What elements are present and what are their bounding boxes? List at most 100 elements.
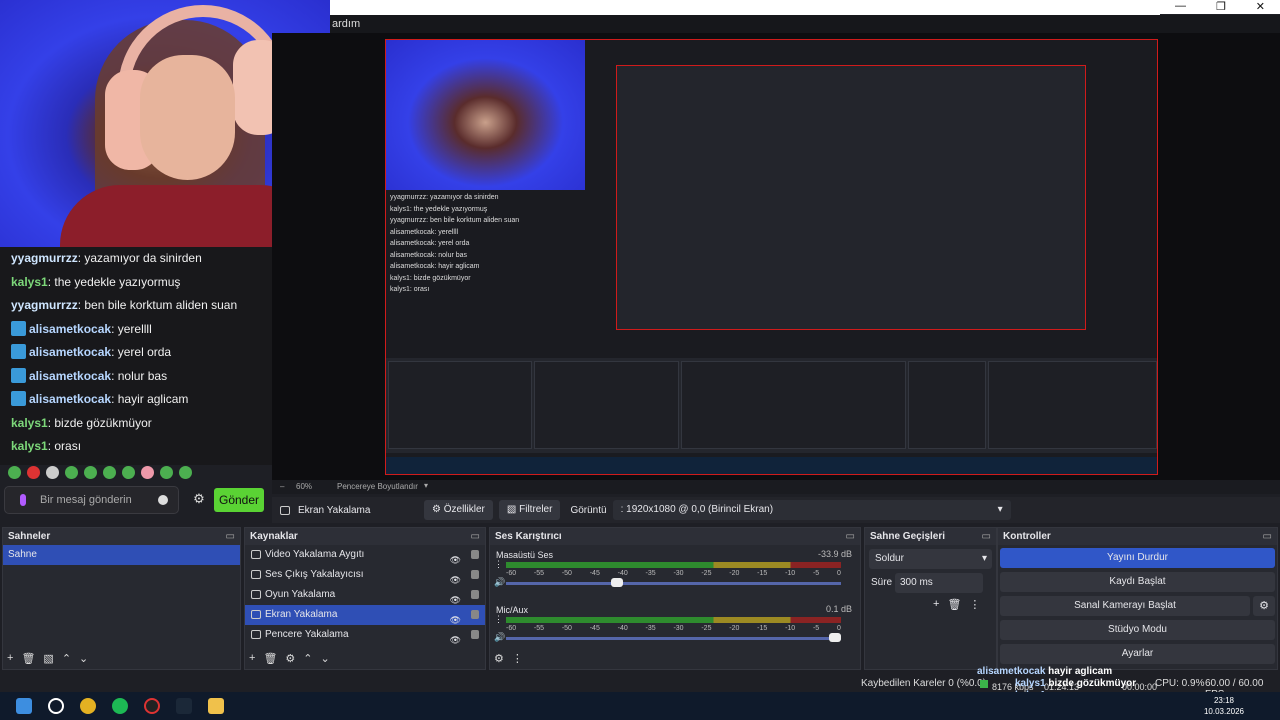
chat-text: orası (54, 439, 82, 453)
restore-icon[interactable]: ❐ (1216, 0, 1226, 14)
emote-row[interactable] (8, 466, 198, 480)
chat-username[interactable]: yyagmurrzz (11, 251, 78, 265)
volume-slider-handle[interactable] (611, 578, 624, 587)
speaker-icon[interactable]: 🔊 (494, 577, 505, 588)
source-item[interactable]: Video Yakalama Aygıtı 👁 (245, 545, 485, 565)
overlay-chat-line: kalys1 bizde gözükmüyor (977, 678, 1167, 690)
zoom-percent[interactable]: 60% (296, 482, 312, 491)
volume-slider[interactable] (506, 637, 841, 640)
source-item[interactable]: Ses Çıkış Yakalayıcısı 👁 (245, 565, 485, 585)
chat-settings-icon[interactable]: ⚙ (192, 492, 206, 506)
scale-tick: -15 (757, 570, 768, 577)
chat-username[interactable]: kalys1 (11, 416, 48, 430)
steam-icon[interactable] (176, 698, 192, 714)
virtual-camera-settings-icon[interactable]: ⚙ (1253, 596, 1275, 616)
more-icon[interactable]: ⋮ (494, 559, 503, 570)
lock-icon[interactable] (471, 630, 479, 639)
start-virtual-camera-button[interactable]: Sanal Kamerayı Başlat (1000, 596, 1250, 616)
meter-scale: -60 -55 -50 -45 -40 -35 -30 -25 -20 -15 -10 -5 0 (506, 570, 841, 577)
more-icon[interactable]: ⋮ (969, 598, 980, 611)
chevron-up-icon[interactable]: ⌃ (62, 652, 71, 665)
program-preview[interactable]: yyagmurrzz: yazamıyor da sinirden kalys1… (385, 39, 1158, 475)
start-recording-button[interactable]: Kaydı Başlat (1000, 572, 1275, 592)
dock-menu-icon[interactable]: ▭ (846, 528, 855, 545)
file-explorer-icon[interactable] (208, 698, 224, 714)
advanced-audio-icon[interactable]: ⚙ (494, 652, 504, 665)
duration-input[interactable]: 300 ms (895, 573, 983, 593)
trash-icon[interactable]: 🗑 (263, 652, 277, 665)
zoom-out-icon[interactable]: – (280, 482, 284, 491)
add-icon[interactable]: + (7, 652, 13, 665)
display-label: Görüntü (570, 504, 607, 516)
preview-chat-line: yyagmurrzz: yazamıyor da sinirden (390, 194, 499, 201)
source-label: Oyun Yakalama (265, 589, 336, 600)
minimize-icon[interactable]: — (1175, 0, 1186, 14)
windows-start-icon[interactable] (16, 698, 32, 714)
source-item[interactable]: Oyun Yakalama 👁 (245, 585, 485, 605)
search-icon[interactable] (48, 698, 64, 714)
lock-icon[interactable] (471, 550, 479, 559)
chevron-down-icon[interactable]: ⌄ (321, 652, 330, 665)
source-label: Video Yakalama Aygıtı (265, 549, 365, 560)
dock-menu-icon[interactable]: ▭ (471, 528, 480, 545)
source-item[interactable]: Pencere Yakalama 👁 (245, 625, 485, 645)
chat-username[interactable]: yyagmurrzz (11, 298, 78, 312)
volume-slider-handle[interactable] (829, 633, 841, 642)
system-clock[interactable]: 23:18 10.03.2026 (1204, 695, 1244, 717)
add-icon[interactable]: + (249, 652, 255, 665)
obs-icon[interactable] (144, 698, 160, 714)
chevron-down-icon[interactable]: ▾ (424, 481, 428, 490)
chevron-up-icon[interactable]: ⌃ (303, 652, 312, 665)
scale-tick: -40 (617, 570, 628, 577)
chrome-icon[interactable] (80, 698, 96, 714)
source-type-icon (251, 610, 261, 619)
overlay-chat-line: alisametkocak hayir aglicam (977, 666, 1167, 678)
eye-icon[interactable]: 👁 (450, 630, 461, 650)
spotify-icon[interactable] (112, 698, 128, 714)
speaker-icon[interactable]: 🔊 (494, 632, 505, 643)
badge-icon (11, 320, 26, 336)
properties-button[interactable]: ⚙ Özellikler (424, 500, 493, 520)
gear-icon[interactable]: ⚙ (285, 652, 295, 665)
lock-icon[interactable] (471, 610, 479, 619)
filter-icon[interactable]: ▧ (43, 652, 53, 665)
dock-menu-icon[interactable]: ▭ (982, 528, 991, 545)
chat-username[interactable]: kalys1 (11, 275, 48, 289)
trash-icon[interactable]: 🗑 (21, 652, 35, 665)
fit-window-label[interactable]: Pencereye Boyutlandır (337, 482, 418, 491)
scene-item[interactable]: Sahne (3, 545, 240, 565)
lock-icon[interactable] (471, 570, 479, 579)
chat-username[interactable]: alisametkocak (29, 392, 111, 406)
chat-username[interactable]: alisametkocak (29, 322, 111, 336)
volume-slider[interactable] (506, 582, 841, 585)
display-select[interactable]: : 1920x1080 @ 0,0 (Birincil Ekran) ▾ (612, 500, 1011, 520)
filters-button[interactable]: ▧ Filtreler (498, 500, 561, 520)
add-icon[interactable]: + (933, 598, 939, 611)
menu-help[interactable]: ardım (330, 18, 360, 30)
more-icon[interactable]: ⋮ (512, 652, 523, 665)
badge-icon (11, 367, 26, 383)
scale-tick: -25 (701, 625, 712, 632)
controls-title: Kontroller (1003, 531, 1051, 542)
emoji-icon[interactable] (158, 495, 168, 505)
more-icon[interactable]: ⋮ (494, 614, 503, 625)
stop-stream-button[interactable]: Yayını Durdur (1000, 548, 1275, 568)
chat-message: alisametkocak: yerellll (0, 318, 272, 342)
dock-menu-icon[interactable]: ▭ (226, 528, 235, 545)
studio-mode-button[interactable]: Stüdyo Modu (1000, 620, 1275, 640)
dock-menu-icon[interactable]: ▭ (1263, 528, 1272, 545)
close-icon[interactable]: ✕ (1256, 0, 1265, 14)
overlay-username: alisametkocak (977, 666, 1046, 677)
scale-tick: -45 (589, 570, 600, 577)
chat-username[interactable]: alisametkocak (29, 345, 111, 359)
trash-icon[interactable]: 🗑 (947, 598, 961, 611)
send-button[interactable]: Gönder (214, 488, 264, 512)
chevron-down-icon[interactable]: ⌄ (79, 652, 88, 665)
chat-input[interactable]: Bir mesaj gönderin (4, 486, 179, 514)
settings-button[interactable]: Ayarlar (1000, 644, 1275, 664)
transition-select[interactable]: Soldur ▾ (869, 549, 992, 569)
chat-username[interactable]: kalys1 (11, 439, 48, 453)
source-item[interactable]: Ekran Yakalama 👁 (245, 605, 485, 625)
lock-icon[interactable] (471, 590, 479, 599)
chat-username[interactable]: alisametkocak (29, 369, 111, 383)
